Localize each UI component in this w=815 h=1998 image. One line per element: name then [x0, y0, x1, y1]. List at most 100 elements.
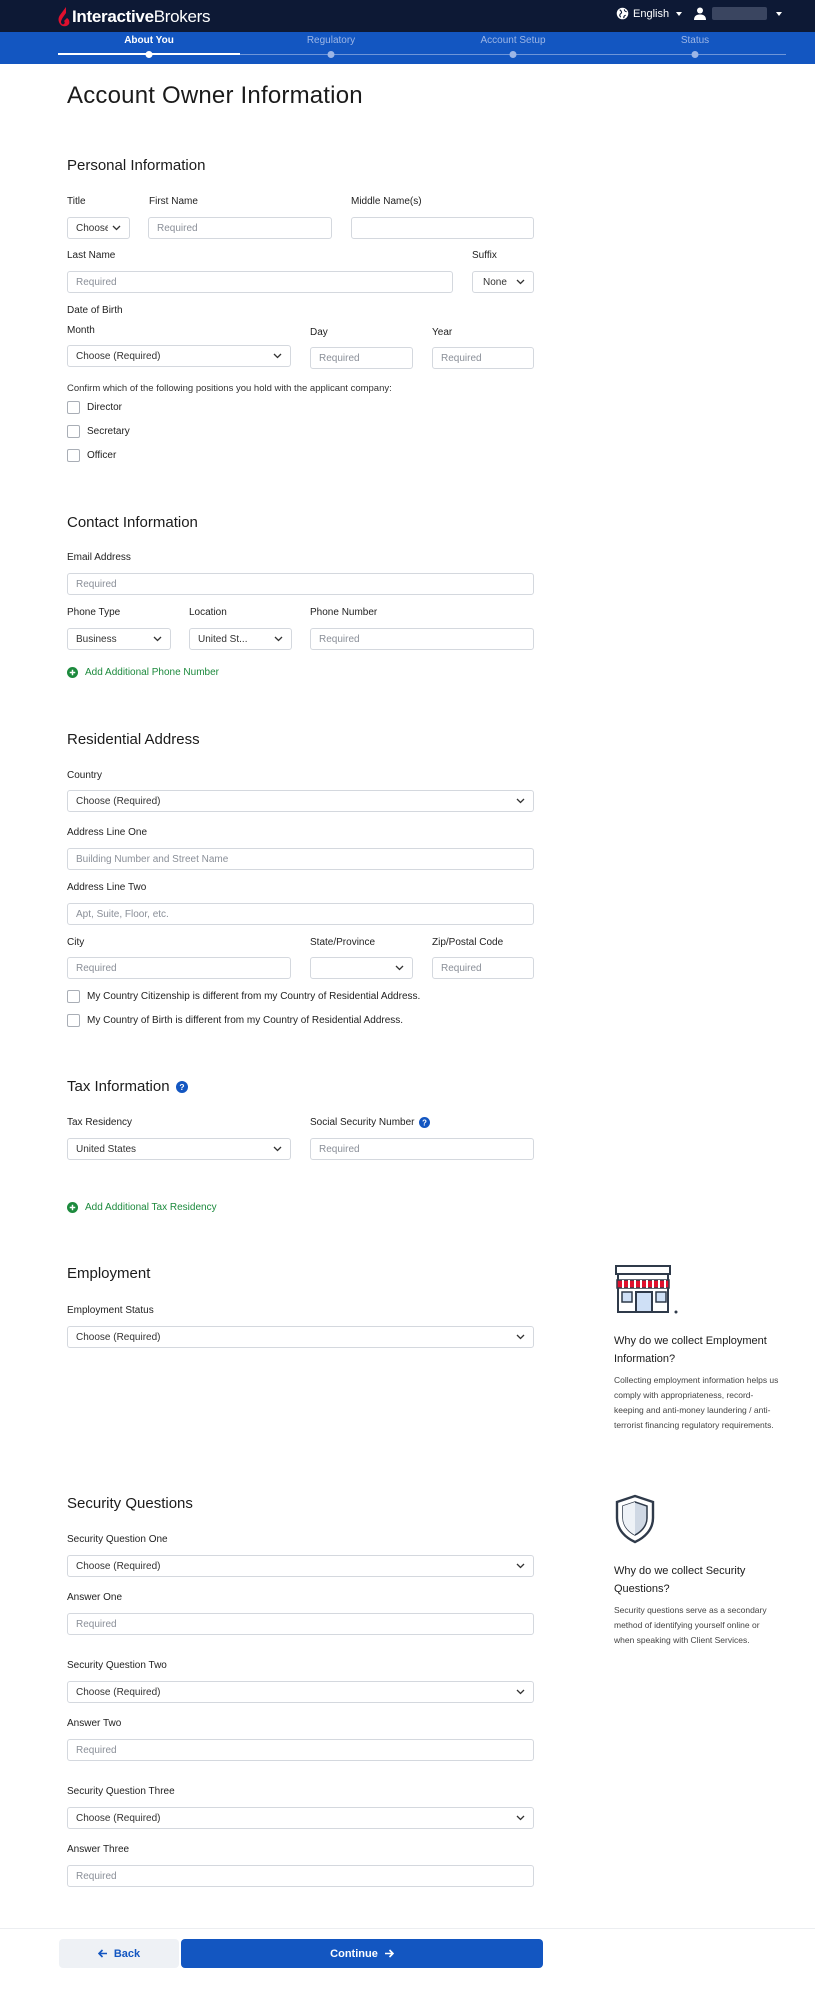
title-label: Title [67, 196, 86, 207]
ssn-label: Social Security Number ? [310, 1117, 431, 1128]
month-select[interactable]: Choose (Required) [67, 345, 291, 367]
answer-one-label: Answer One [67, 1592, 123, 1603]
employment-status-select[interactable]: Choose (Required) [67, 1326, 534, 1348]
security-why-text: Security questions serve as a secondary … [614, 1605, 767, 1645]
address-line-two-input[interactable]: Apt, Suite, Floor, etc. [67, 903, 534, 925]
add-phone-number-label: Add Additional Phone Number [85, 667, 219, 678]
brand-logo[interactable]: InteractiveBrokers [58, 6, 211, 28]
section-title-contact-text: Contact Information [67, 514, 198, 531]
suffix-label: Suffix [472, 250, 497, 261]
help-icon[interactable]: ? [175, 1080, 188, 1093]
employment-why-title: Why do we collect Employment Information… [614, 1335, 767, 1365]
title-select[interactable]: Choose [67, 217, 130, 239]
checkbox[interactable] [67, 425, 80, 438]
last-name-input[interactable]: Required [67, 271, 453, 293]
globe-icon [616, 7, 629, 20]
position-secretary-checkbox[interactable]: Secretary [67, 425, 130, 438]
continue-button[interactable]: Continue [181, 1939, 543, 1968]
year-input[interactable]: Required [432, 347, 534, 369]
phone-number-label: Phone Number [310, 607, 378, 618]
zip-input[interactable]: Required [432, 957, 534, 979]
answer-one-input[interactable]: Required [67, 1613, 534, 1635]
user-icon [694, 7, 706, 20]
last-name-label: Last Name [67, 250, 116, 261]
ssn-input[interactable]: Required [310, 1138, 534, 1160]
add-tax-residency-link[interactable]: Add Additional Tax Residency [67, 1202, 217, 1213]
email-input[interactable]: Required [67, 573, 534, 595]
step-dot-account-setup [509, 51, 517, 58]
month-select-value: Choose (Required) [76, 350, 161, 362]
arrow-right-icon [384, 1949, 394, 1958]
position-director-checkbox[interactable]: Director [67, 401, 122, 414]
country-select[interactable]: Choose (Required) [67, 790, 534, 812]
step-status[interactable]: Status [681, 35, 709, 46]
day-label: Day [310, 327, 328, 338]
back-button[interactable]: Back [59, 1939, 179, 1968]
citizenship-different-label: My Country Citizenship is different from… [87, 991, 421, 1002]
checkbox[interactable] [67, 401, 80, 414]
user-name-redacted [712, 7, 767, 20]
security-question-two-select[interactable]: Choose (Required) [67, 1681, 534, 1703]
tax-residency-select[interactable]: United States [67, 1138, 291, 1160]
chevron-down-icon [273, 353, 282, 359]
chevron-down-icon [676, 11, 683, 16]
month-label: Month [67, 325, 95, 336]
middle-name-input[interactable] [351, 217, 534, 239]
address-line-one-input[interactable]: Building Number and Street Name [67, 848, 534, 870]
step-about-you[interactable]: About You [124, 35, 174, 46]
employment-why-text: Collecting employment information helps … [614, 1375, 779, 1430]
language-selector[interactable]: English [616, 7, 683, 20]
city-input[interactable]: Required [67, 957, 291, 979]
chevron-down-icon [273, 1146, 282, 1152]
address-line-two-label: Address Line Two [67, 882, 147, 893]
location-label: Location [189, 607, 227, 618]
checkbox[interactable] [67, 1014, 80, 1027]
birth-country-different-label: My Country of Birth is different from my… [87, 1015, 404, 1026]
step-dot-regulatory [327, 51, 335, 58]
position-officer-checkbox[interactable]: Officer [67, 449, 116, 462]
location-select-value: United St... [198, 633, 248, 645]
section-title-tax-text: Tax Information [67, 1078, 170, 1095]
plus-circle-icon [67, 667, 78, 678]
step-regulatory[interactable]: Regulatory [307, 35, 355, 46]
brand-mark-icon [58, 7, 70, 27]
title-select-value: Choose [76, 222, 108, 234]
storefront-icon [615, 1265, 678, 1314]
chevron-down-icon [516, 1334, 525, 1340]
day-input[interactable]: Required [310, 347, 413, 369]
help-icon[interactable]: ? [419, 1117, 431, 1128]
step-account-setup[interactable]: Account Setup [480, 35, 545, 46]
state-select[interactable] [310, 957, 413, 979]
section-title-tax: Tax Information ? [67, 1078, 188, 1095]
security-question-three-select[interactable]: Choose (Required) [67, 1807, 534, 1829]
svg-text:?: ? [179, 1082, 184, 1092]
birth-country-different-checkbox[interactable]: My Country of Birth is different from my… [67, 1014, 403, 1027]
security-question-two-label: Security Question Two [67, 1660, 167, 1671]
chevron-down-icon [516, 1563, 525, 1569]
location-select[interactable]: United St... [189, 628, 292, 650]
position-secretary-label: Secretary [87, 426, 130, 437]
security-question-one-value: Choose (Required) [76, 1560, 161, 1572]
svg-text:?: ? [423, 1118, 428, 1127]
section-title-security: Security Questions [67, 1495, 193, 1512]
suffix-select[interactable]: None [472, 271, 534, 293]
phone-number-input[interactable]: Required [310, 628, 534, 650]
answer-two-input[interactable]: Required [67, 1739, 534, 1761]
chevron-down-icon [274, 636, 283, 642]
user-menu[interactable] [694, 7, 782, 20]
position-officer-label: Officer [87, 450, 117, 461]
phone-type-select[interactable]: Business [67, 628, 171, 650]
section-title-security-text: Security Questions [67, 1495, 193, 1512]
first-name-input[interactable]: Required [148, 217, 332, 239]
city-label: City [67, 937, 85, 948]
tax-residency-label: Tax Residency [67, 1117, 133, 1128]
checkbox[interactable] [67, 449, 80, 462]
phone-type-label: Phone Type [67, 607, 121, 618]
security-question-one-select[interactable]: Choose (Required) [67, 1555, 534, 1577]
progress-steps-bar: About You Regulatory Account Setup Statu… [0, 32, 815, 64]
checkbox[interactable] [67, 990, 80, 1003]
section-title-personal: Personal Information [67, 157, 205, 174]
answer-three-input[interactable]: Required [67, 1865, 534, 1887]
citizenship-different-checkbox[interactable]: My Country Citizenship is different from… [67, 990, 420, 1003]
add-phone-number-link[interactable]: Add Additional Phone Number [67, 667, 219, 678]
